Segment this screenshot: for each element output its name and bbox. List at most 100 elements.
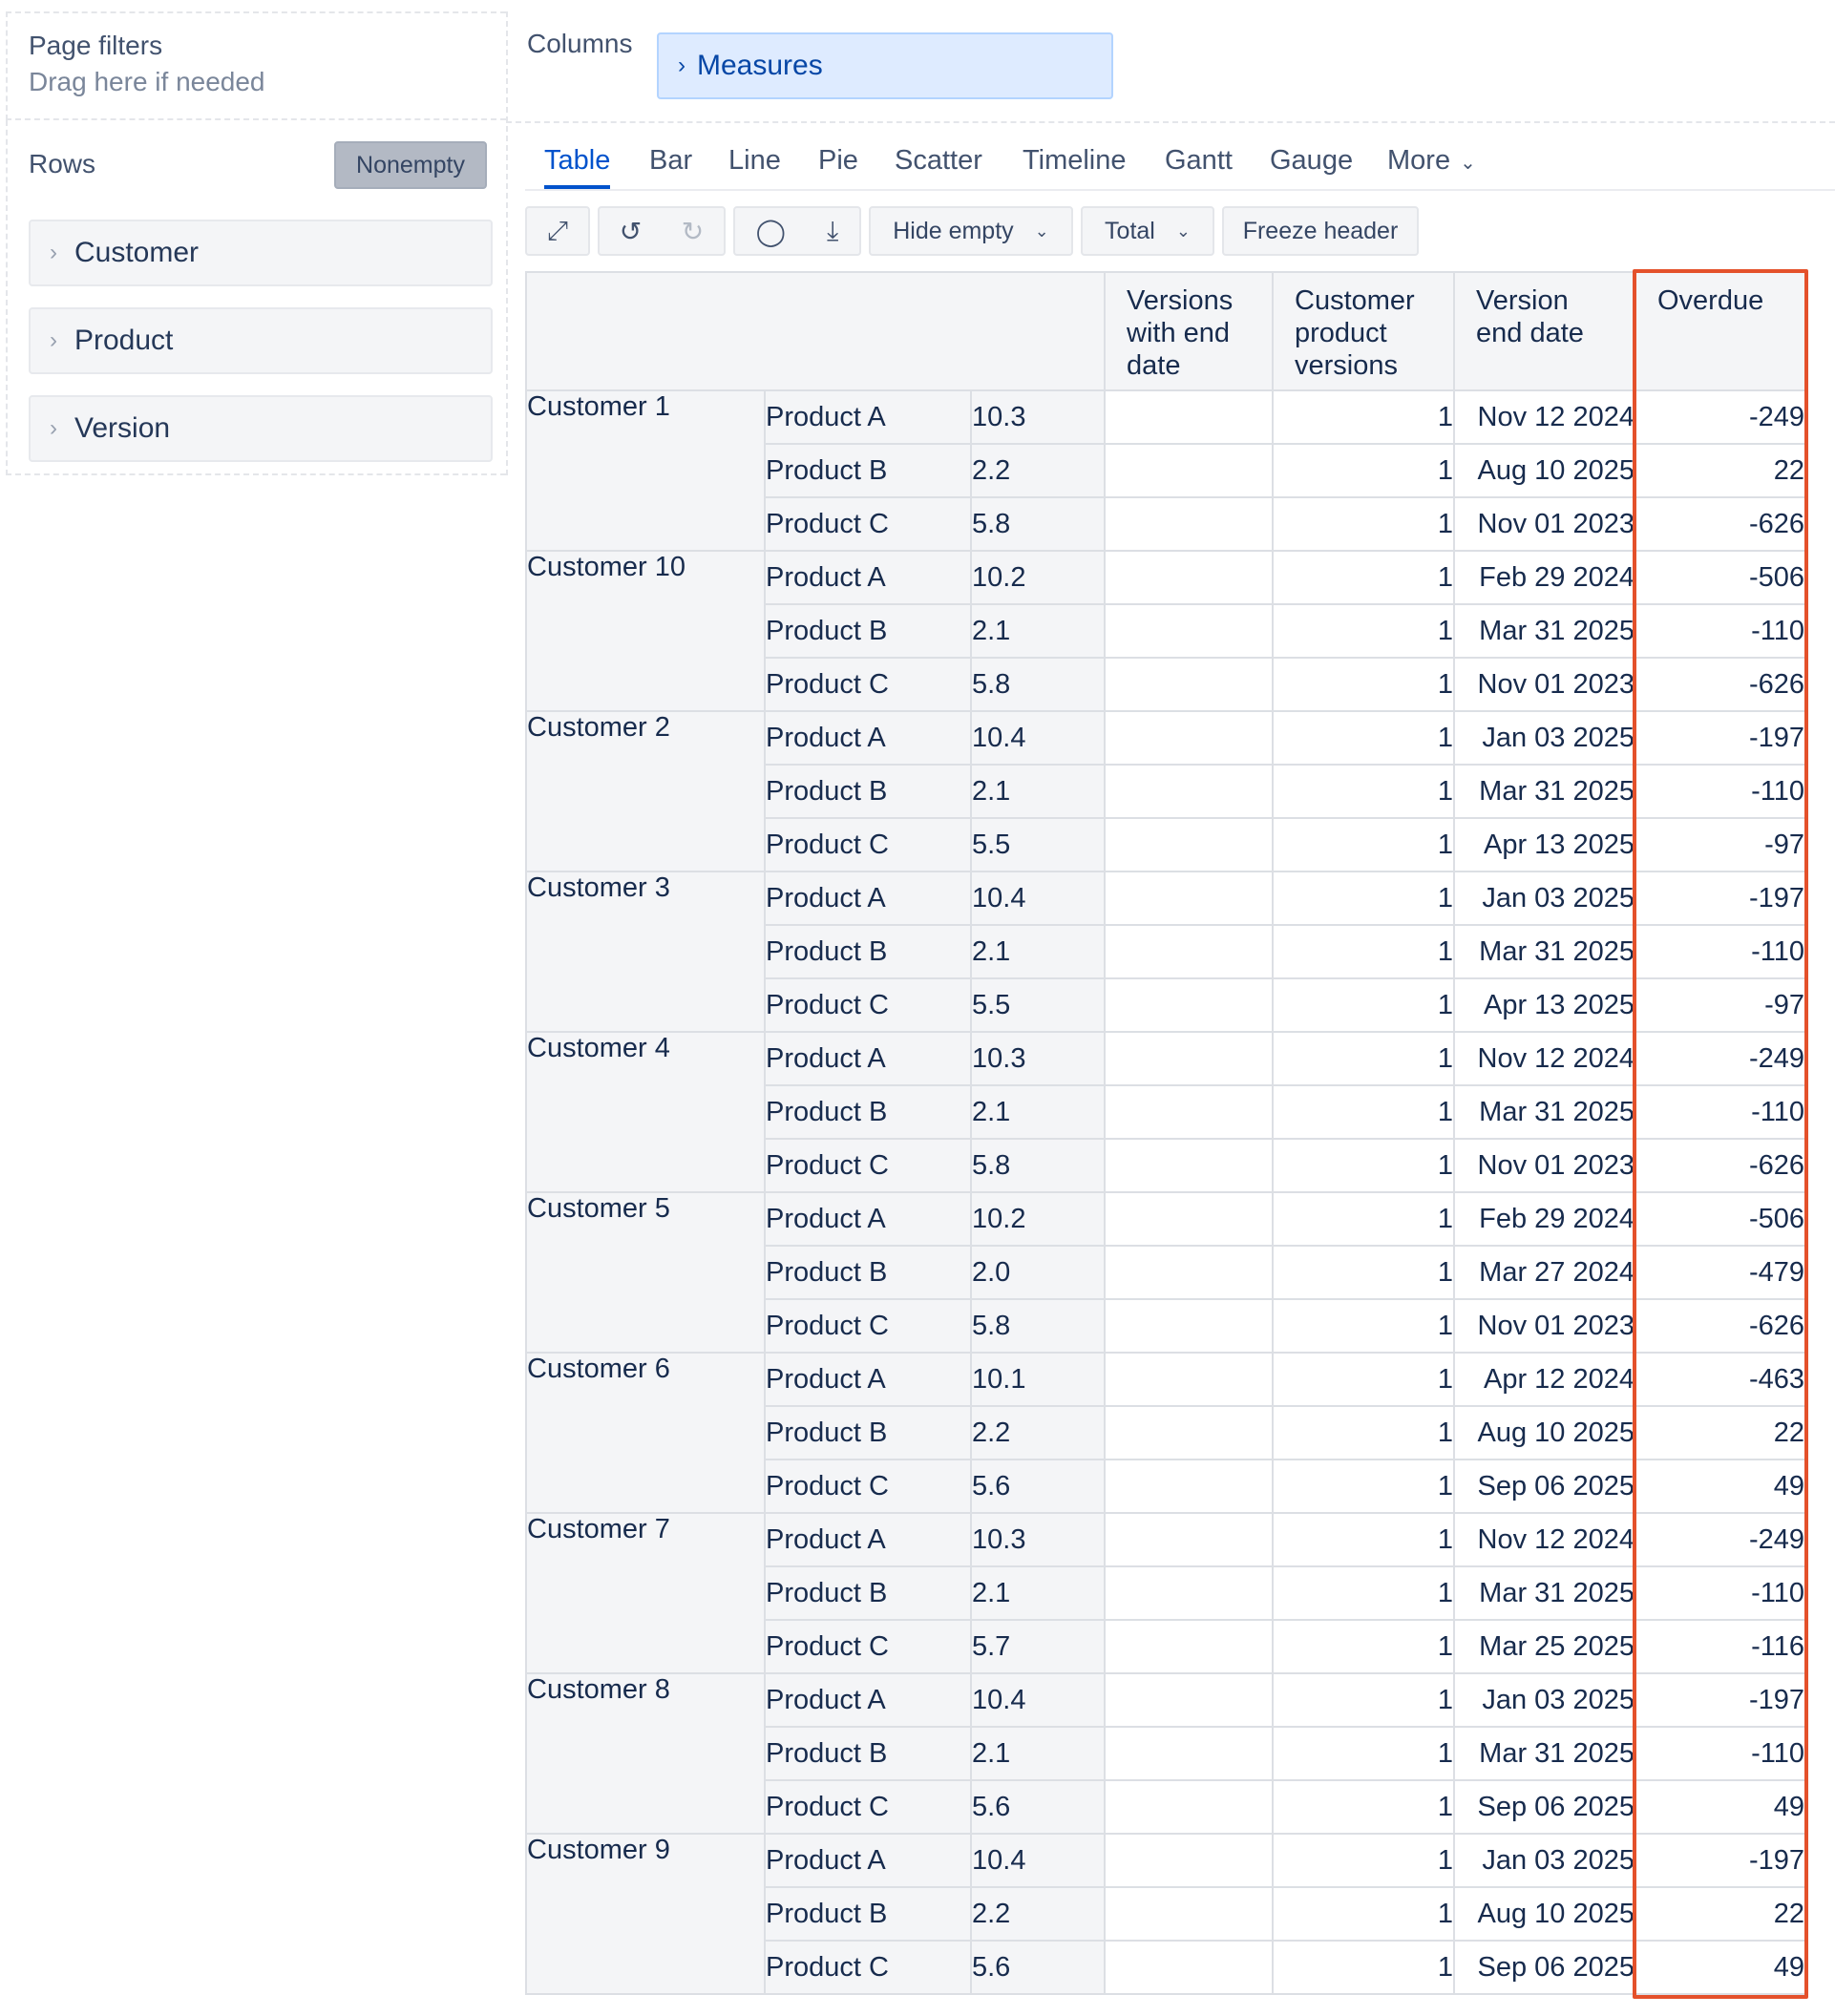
row-version[interactable]: 2.1 [970, 603, 1106, 659]
row-version[interactable]: 5.6 [970, 1940, 1106, 1995]
row-version[interactable]: 10.4 [970, 1672, 1106, 1728]
row-product[interactable]: Product B [764, 603, 972, 659]
row-version[interactable]: 10.4 [970, 871, 1106, 926]
tab-bar[interactable]: Bar [649, 145, 692, 189]
row-version[interactable]: 10.3 [970, 389, 1106, 445]
panel-divider [506, 11, 508, 475]
row-product[interactable]: Product C [764, 1459, 972, 1514]
row-version[interactable]: 5.7 [970, 1619, 1106, 1674]
row-version[interactable]: 5.8 [970, 657, 1106, 712]
cell-customer-product-versions: 1 [1272, 1726, 1455, 1781]
row-product[interactable]: Product A [764, 1672, 972, 1728]
row-customer[interactable]: Customer 1 [525, 389, 766, 552]
tab-line[interactable]: Line [728, 145, 781, 189]
row-product[interactable]: Product B [764, 1565, 972, 1621]
row-customer[interactable]: Customer 9 [525, 1833, 766, 1995]
row-version[interactable]: 2.0 [970, 1245, 1106, 1300]
row-version[interactable]: 5.8 [970, 496, 1106, 552]
row-product[interactable]: Product C [764, 1779, 972, 1835]
row-product[interactable]: Product C [764, 1298, 972, 1354]
export-icon[interactable]: ⤓ [827, 216, 838, 247]
row-version[interactable]: 2.2 [970, 1405, 1106, 1460]
tab-gauge[interactable]: Gauge [1270, 145, 1353, 189]
total-dropdown[interactable]: Total ⌄ [1081, 206, 1214, 256]
row-version[interactable]: 2.1 [970, 1726, 1106, 1781]
measures-chip[interactable]: › Measures [657, 32, 1113, 99]
redo-icon[interactable]: ↻ [682, 216, 704, 247]
tab-timeline[interactable]: Timeline [1023, 145, 1127, 189]
tab-table[interactable]: Table [544, 145, 611, 189]
row-version[interactable]: 2.1 [970, 924, 1106, 979]
row-version[interactable]: 5.8 [970, 1298, 1106, 1354]
nonempty-button[interactable]: Nonempty [334, 141, 487, 189]
column-header-versions-with-end-date[interactable]: Versions with end date [1104, 271, 1274, 391]
row-version[interactable]: 5.8 [970, 1138, 1106, 1193]
column-header-customer-product-versions[interactable]: Customer product versions [1272, 271, 1455, 391]
row-version[interactable]: 5.6 [970, 1459, 1106, 1514]
row-product[interactable]: Product A [764, 1031, 972, 1086]
row-product[interactable]: Product A [764, 1833, 972, 1888]
row-product[interactable]: Product A [764, 710, 972, 766]
column-header-version-end-date[interactable]: Version end date [1453, 271, 1636, 391]
row-customer[interactable]: Customer 4 [525, 1031, 766, 1193]
row-version[interactable]: 10.3 [970, 1031, 1106, 1086]
row-product[interactable]: Product A [764, 389, 972, 445]
row-product[interactable]: Product B [764, 443, 972, 498]
row-product[interactable]: Product B [764, 924, 972, 979]
row-version[interactable]: 10.4 [970, 710, 1106, 766]
row-version[interactable]: 5.5 [970, 977, 1106, 1033]
row-version[interactable]: 10.4 [970, 1833, 1106, 1888]
tab-scatter[interactable]: Scatter [895, 145, 982, 189]
row-product[interactable]: Product A [764, 871, 972, 926]
row-product[interactable]: Product B [764, 1726, 972, 1781]
tab-pie[interactable]: Pie [818, 145, 858, 189]
row-version[interactable]: 2.2 [970, 443, 1106, 498]
row-customer[interactable]: Customer 6 [525, 1352, 766, 1514]
row-product[interactable]: Product C [764, 1138, 972, 1193]
row-version[interactable]: 10.1 [970, 1352, 1106, 1407]
freeze-header-button[interactable]: Freeze header [1222, 206, 1419, 256]
row-customer[interactable]: Customer 8 [525, 1672, 766, 1835]
row-product[interactable]: Product A [764, 550, 972, 605]
row-customer[interactable]: Customer 10 [525, 550, 766, 712]
row-product[interactable]: Product B [764, 1886, 972, 1942]
rows-item-version[interactable]: › Version [29, 395, 493, 462]
tab-gantt[interactable]: Gantt [1165, 145, 1233, 189]
fullscreen-button[interactable]: ⤢ [525, 206, 590, 256]
row-version[interactable]: 2.2 [970, 1886, 1106, 1942]
row-product[interactable]: Product C [764, 1619, 972, 1674]
tab-more[interactable]: More ⌄ [1387, 145, 1476, 189]
page-filters-dropzone[interactable]: Page filters Drag here if needed [6, 11, 506, 120]
row-product[interactable]: Product B [764, 1084, 972, 1140]
row-customer[interactable]: Customer 5 [525, 1191, 766, 1354]
row-version[interactable]: 2.1 [970, 1084, 1106, 1140]
row-product[interactable]: Product C [764, 657, 972, 712]
row-product[interactable]: Product B [764, 1405, 972, 1460]
hide-empty-dropdown[interactable]: Hide empty ⌄ [869, 206, 1073, 256]
row-version[interactable]: 5.5 [970, 817, 1106, 872]
row-version[interactable]: 5.6 [970, 1779, 1106, 1835]
row-product[interactable]: Product B [764, 1245, 972, 1300]
row-customer[interactable]: Customer 7 [525, 1512, 766, 1674]
row-product[interactable]: Product C [764, 1940, 972, 1995]
row-product[interactable]: Product B [764, 764, 972, 819]
row-customer[interactable]: Customer 2 [525, 710, 766, 872]
row-product[interactable]: Product C [764, 496, 972, 552]
comment-icon[interactable]: ◯ [756, 216, 786, 247]
row-version[interactable]: 2.1 [970, 764, 1106, 819]
row-product[interactable]: Product A [764, 1191, 972, 1247]
row-customer[interactable]: Customer 3 [525, 871, 766, 1033]
rows-item-customer[interactable]: › Customer [29, 220, 493, 286]
row-version[interactable]: 10.2 [970, 550, 1106, 605]
rows-dropzone[interactable]: Rows Nonempty › Customer › Product › Ver… [6, 120, 506, 475]
row-version[interactable]: 2.1 [970, 1565, 1106, 1621]
row-version[interactable]: 10.3 [970, 1512, 1106, 1567]
row-product[interactable]: Product C [764, 977, 972, 1033]
column-header-overdue[interactable]: Overdue [1635, 271, 1806, 391]
rows-item-product[interactable]: › Product [29, 307, 493, 374]
row-product[interactable]: Product A [764, 1512, 972, 1567]
row-product[interactable]: Product A [764, 1352, 972, 1407]
row-version[interactable]: 10.2 [970, 1191, 1106, 1247]
row-product[interactable]: Product C [764, 817, 972, 872]
undo-icon[interactable]: ↺ [620, 216, 642, 247]
